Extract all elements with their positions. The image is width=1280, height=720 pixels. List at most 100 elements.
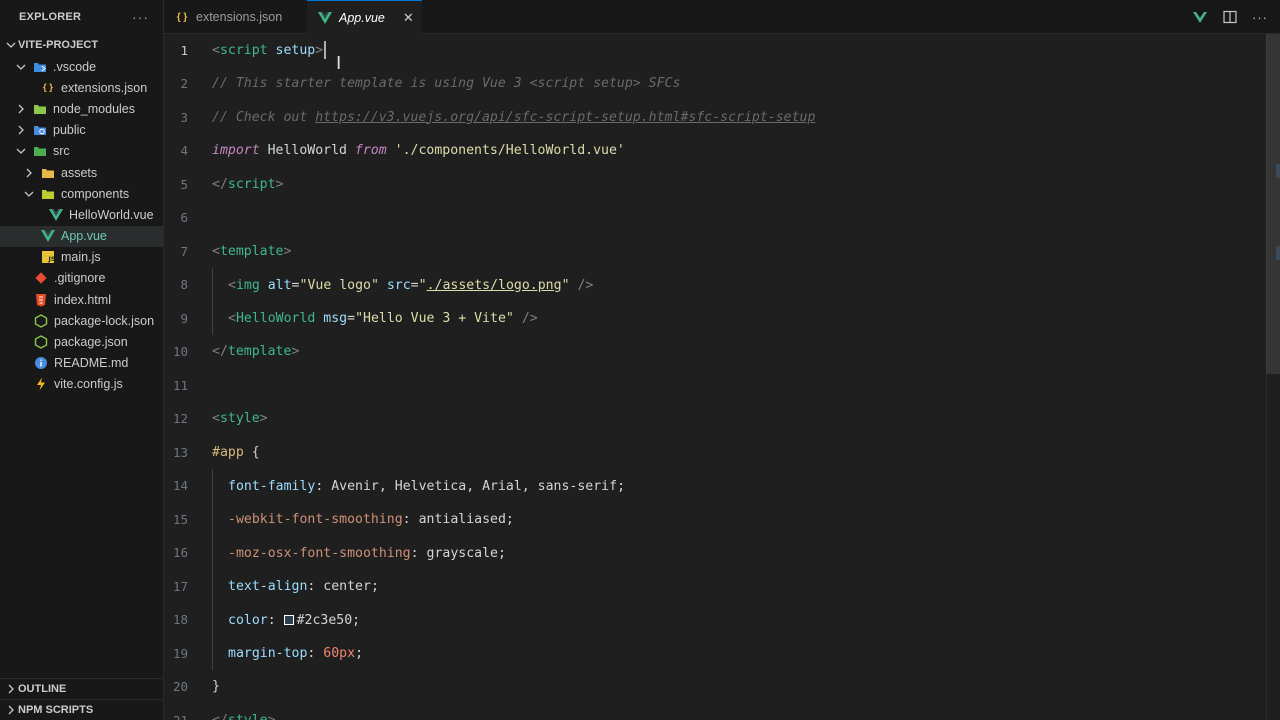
code-line[interactable]: 6	[164, 201, 1264, 235]
file-tree-item[interactable]: HelloWorld.vue	[0, 204, 163, 225]
code-line[interactable]: 17 text-align: center;	[164, 569, 1264, 603]
code-line[interactable]: 9 <HelloWorld msg="Hello Vue 3 + Vite" />	[164, 301, 1264, 335]
outline-label: OUTLINE	[18, 683, 67, 695]
code-token: >	[291, 344, 300, 359]
code-token: #app	[212, 444, 244, 460]
code-line[interactable]: 4 import HelloWorld from './components/He…	[164, 134, 1264, 168]
code-line[interactable]: 19 margin-top: 60px;	[164, 636, 1264, 670]
code-token: msg	[315, 311, 348, 326]
file-tree-item[interactable]: src	[0, 141, 163, 162]
color-swatch[interactable]	[283, 614, 294, 625]
vue-preview-icon[interactable]	[1192, 9, 1208, 25]
file-tree-label: main.js	[61, 250, 101, 265]
code-line[interactable]: 12 <style>	[164, 402, 1264, 436]
code-line[interactable]: 20}	[164, 670, 1264, 704]
code-line[interactable]: 16 -moz-osx-font-smoothing: grayscale;	[164, 535, 1264, 570]
file-tree-item[interactable]: JS main.js	[0, 247, 163, 268]
line-number: 17	[172, 578, 188, 594]
code-line[interactable]: 14 font-family: Avenir, Helvetica, Arial,…	[164, 468, 1264, 503]
code-line[interactable]: 11	[164, 368, 1264, 402]
code-line[interactable]: 7 <template>	[164, 234, 1264, 268]
file-tree-item[interactable]: { } extensions.json	[0, 77, 163, 98]
code-editor[interactable]: 1 <script setup> 2// This starter template…	[164, 34, 1280, 720]
code-token: "Vue logo"	[299, 277, 379, 293]
outline-section[interactable]: OUTLINE	[0, 678, 164, 699]
file-tree-item[interactable]: public	[0, 120, 163, 141]
chevron-down-icon[interactable]	[22, 187, 36, 201]
code-content: import HelloWorld from './components/Hel…	[212, 143, 625, 158]
file-tree-label: package-lock.json	[54, 313, 155, 328]
file-tree-item[interactable]: .vscode	[0, 56, 163, 77]
code-token: margin-top	[228, 646, 308, 661]
file-tree-item[interactable]: components	[0, 183, 163, 204]
file-tree-item[interactable]: vite.config.js	[0, 374, 163, 395]
file-tree-item[interactable]: App.vue	[0, 225, 163, 247]
code-token: <	[212, 411, 220, 426]
tab-label: extensions.json	[196, 10, 283, 24]
code-token: ;	[617, 478, 626, 494]
editor-actions: ···	[1192, 0, 1268, 34]
split-editor-icon[interactable]	[1222, 9, 1238, 25]
code-token: </	[212, 176, 228, 192]
code-line[interactable]: 21 </style>	[164, 703, 1264, 720]
scroll-marker	[1276, 164, 1280, 178]
tab-extensions-json[interactable]: { } extensions.json	[164, 0, 307, 34]
code-token: :	[402, 512, 419, 527]
code-content: }	[212, 679, 220, 694]
file-tree-item[interactable]: README.md	[0, 353, 163, 374]
code-token: template	[227, 344, 292, 359]
file-tree-label: README.md	[54, 356, 129, 371]
code-line[interactable]: 8 <img alt="Vue logo" src="./assets/logo.…	[164, 267, 1264, 302]
line-number: 7	[180, 243, 188, 259]
code-line[interactable]: 10 </template>	[164, 335, 1264, 369]
indent-guide	[212, 602, 228, 637]
chevron-down-icon[interactable]	[14, 144, 28, 158]
code-token: </	[212, 712, 228, 720]
indent-guide	[212, 468, 228, 503]
code-line[interactable]: 13 #app {	[164, 435, 1264, 469]
file-tree-item[interactable]: assets	[0, 162, 163, 183]
file-tree-item[interactable]: package-lock.json	[0, 310, 163, 331]
chevron-right-icon	[4, 703, 18, 717]
close-icon[interactable]: ✕	[403, 10, 414, 26]
vue-icon	[317, 10, 333, 26]
indent-guide	[212, 301, 228, 335]
file-tree: .vscode { } extensions.json node_modules pub…	[0, 56, 163, 395]
file-tree-item[interactable]: .gitignore	[0, 268, 163, 289]
code-token: HelloWorld	[259, 143, 355, 158]
code-line[interactable]: 5 </script>	[164, 167, 1264, 201]
file-tree-label: src	[53, 144, 70, 159]
code-line[interactable]: 3 // Check out https://v3.vuejs.org/api/s…	[164, 100, 1264, 134]
code-token: <	[228, 311, 236, 326]
code-line[interactable]: 15 -webkit-font-smoothing: antialiased;	[164, 502, 1264, 536]
more-actions-icon[interactable]: ···	[132, 10, 149, 24]
file-tree-item[interactable]: node_modules	[0, 98, 163, 119]
chevron-right-icon[interactable]	[14, 102, 28, 116]
line-number: 11	[172, 377, 188, 393]
scrollbar-thumb[interactable]	[1266, 34, 1280, 374]
file-tree-label: extensions.json	[61, 80, 148, 95]
code-token: />	[569, 277, 594, 293]
code-content: // This starter template is using Vue 3 …	[212, 76, 680, 91]
file-tree-item[interactable]: package.json	[0, 331, 163, 352]
scroll-marker	[1276, 246, 1280, 260]
code-content: </style>	[212, 713, 276, 720]
file-tree-item[interactable]: index.html	[0, 289, 163, 310]
code-line[interactable]: 1 <script setup>	[164, 34, 1264, 67]
file-tree-label: components	[61, 186, 130, 201]
file-tree-label: package.json	[54, 335, 128, 350]
line-number: 5	[180, 176, 188, 192]
code-token: :	[307, 646, 324, 661]
code-line[interactable]: 18 color: #2c3e50;	[164, 602, 1264, 637]
line-number: 21	[172, 712, 188, 720]
tab-app-vue[interactable]: App.vue ✕	[307, 0, 422, 35]
code-token: import	[212, 143, 260, 158]
more-actions-icon[interactable]: ···	[1252, 9, 1268, 25]
npm-scripts-section[interactable]: NPM SCRIPTS	[0, 699, 164, 720]
code-line[interactable]: 2 // This starter template is using Vue 3…	[164, 67, 1264, 101]
vertical-scrollbar[interactable]	[1266, 34, 1280, 720]
chevron-right-icon[interactable]	[22, 166, 36, 180]
chevron-down-icon[interactable]	[14, 60, 28, 74]
chevron-right-icon[interactable]	[14, 123, 28, 137]
project-folder-row[interactable]: VITE-PROJECT	[0, 34, 163, 56]
